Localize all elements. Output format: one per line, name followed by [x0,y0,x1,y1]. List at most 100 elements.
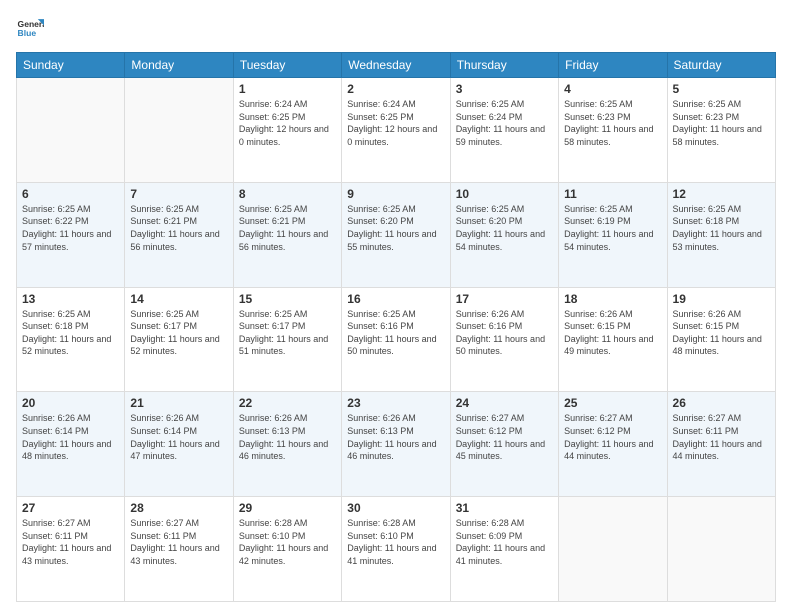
day-number: 19 [673,292,770,306]
day-detail: Sunrise: 6:27 AM Sunset: 6:12 PM Dayligh… [564,412,661,462]
day-detail: Sunrise: 6:26 AM Sunset: 6:14 PM Dayligh… [22,412,119,462]
day-detail: Sunrise: 6:25 AM Sunset: 6:20 PM Dayligh… [347,203,444,253]
calendar-day-cell: 15 Sunrise: 6:25 AM Sunset: 6:17 PM Dayli… [233,287,341,392]
day-number: 22 [239,396,336,410]
day-number: 1 [239,82,336,96]
day-number: 15 [239,292,336,306]
calendar-day-cell: 5 Sunrise: 6:25 AM Sunset: 6:23 PM Daylig… [667,78,775,183]
calendar-day-cell: 9Sunrise: 6:25 AM Sunset: 6:20 PM Daylig… [342,182,450,287]
day-number: 30 [347,501,444,515]
day-number: 4 [564,82,661,96]
day-number: 23 [347,396,444,410]
day-number: 5 [673,82,770,96]
calendar-day-cell [559,497,667,602]
day-detail: Sunrise: 6:25 AM Sunset: 6:18 PM Dayligh… [673,203,770,253]
day-detail: Sunrise: 6:27 AM Sunset: 6:11 PM Dayligh… [673,412,770,462]
day-detail: Sunrise: 6:28 AM Sunset: 6:10 PM Dayligh… [239,517,336,567]
calendar-day-cell: 25 Sunrise: 6:27 AM Sunset: 6:12 PM Dayli… [559,392,667,497]
day-number: 11 [564,187,661,201]
page: General Blue SundayMondayTuesdayWednesda… [0,0,792,612]
weekday-header: Thursday [450,53,558,78]
calendar-day-cell: 2 Sunrise: 6:24 AM Sunset: 6:25 PM Daylig… [342,78,450,183]
day-detail: Sunrise: 6:24 AM Sunset: 6:25 PM Dayligh… [347,98,444,148]
calendar-day-cell: 24 Sunrise: 6:27 AM Sunset: 6:12 PM Dayli… [450,392,558,497]
svg-text:Blue: Blue [18,28,37,38]
calendar-day-cell: 18Sunrise: 6:26 AM Sunset: 6:15 PM Dayli… [559,287,667,392]
weekday-header: Sunday [17,53,125,78]
calendar-week-row: 1 Sunrise: 6:24 AM Sunset: 6:25 PM Daylig… [17,78,776,183]
calendar-day-cell: 22 Sunrise: 6:26 AM Sunset: 6:13 PM Dayli… [233,392,341,497]
day-detail: Sunrise: 6:27 AM Sunset: 6:11 PM Dayligh… [22,517,119,567]
logo-icon: General Blue [16,16,44,44]
day-number: 14 [130,292,227,306]
header: General Blue [16,16,776,44]
weekday-header: Monday [125,53,233,78]
calendar-day-cell: 20 Sunrise: 6:26 AM Sunset: 6:14 PM Dayli… [17,392,125,497]
weekday-header: Saturday [667,53,775,78]
weekday-header: Wednesday [342,53,450,78]
day-detail: Sunrise: 6:25 AM Sunset: 6:16 PM Dayligh… [347,308,444,358]
day-number: 24 [456,396,553,410]
calendar-week-row: 20 Sunrise: 6:26 AM Sunset: 6:14 PM Dayli… [17,392,776,497]
day-number: 10 [456,187,553,201]
calendar-header-row: SundayMondayTuesdayWednesdayThursdayFrid… [17,53,776,78]
calendar-week-row: 6 Sunrise: 6:25 AM Sunset: 6:22 PM Daylig… [17,182,776,287]
calendar-day-cell: 14 Sunrise: 6:25 AM Sunset: 6:17 PM Dayli… [125,287,233,392]
calendar-day-cell: 6 Sunrise: 6:25 AM Sunset: 6:22 PM Daylig… [17,182,125,287]
day-number: 17 [456,292,553,306]
calendar-day-cell: 19 Sunrise: 6:26 AM Sunset: 6:15 PM Dayli… [667,287,775,392]
day-number: 16 [347,292,444,306]
calendar-day-cell: 10 Sunrise: 6:25 AM Sunset: 6:20 PM Dayli… [450,182,558,287]
day-number: 18 [564,292,661,306]
calendar-day-cell [17,78,125,183]
day-number: 8 [239,187,336,201]
calendar-day-cell: 3Sunrise: 6:25 AM Sunset: 6:24 PM Daylig… [450,78,558,183]
calendar-day-cell: 23Sunrise: 6:26 AM Sunset: 6:13 PM Dayli… [342,392,450,497]
day-detail: Sunrise: 6:25 AM Sunset: 6:20 PM Dayligh… [456,203,553,253]
day-detail: Sunrise: 6:25 AM Sunset: 6:18 PM Dayligh… [22,308,119,358]
calendar-day-cell: 26 Sunrise: 6:27 AM Sunset: 6:11 PM Dayli… [667,392,775,497]
day-detail: Sunrise: 6:26 AM Sunset: 6:13 PM Dayligh… [239,412,336,462]
day-detail: Sunrise: 6:27 AM Sunset: 6:11 PM Dayligh… [130,517,227,567]
day-number: 31 [456,501,553,515]
calendar-day-cell: 11 Sunrise: 6:25 AM Sunset: 6:19 PM Dayli… [559,182,667,287]
day-detail: Sunrise: 6:25 AM Sunset: 6:17 PM Dayligh… [239,308,336,358]
day-detail: Sunrise: 6:26 AM Sunset: 6:14 PM Dayligh… [130,412,227,462]
day-number: 2 [347,82,444,96]
day-detail: Sunrise: 6:25 AM Sunset: 6:22 PM Dayligh… [22,203,119,253]
day-number: 25 [564,396,661,410]
day-number: 6 [22,187,119,201]
logo: General Blue [16,16,44,44]
day-number: 12 [673,187,770,201]
day-number: 21 [130,396,227,410]
calendar-day-cell: 30 Sunrise: 6:28 AM Sunset: 6:10 PM Dayli… [342,497,450,602]
day-detail: Sunrise: 6:26 AM Sunset: 6:16 PM Dayligh… [456,308,553,358]
calendar-day-cell: 1Sunrise: 6:24 AM Sunset: 6:25 PM Daylig… [233,78,341,183]
day-number: 28 [130,501,227,515]
calendar-day-cell [125,78,233,183]
calendar-day-cell: 7Sunrise: 6:25 AM Sunset: 6:21 PM Daylig… [125,182,233,287]
day-number: 26 [673,396,770,410]
day-detail: Sunrise: 6:27 AM Sunset: 6:12 PM Dayligh… [456,412,553,462]
day-detail: Sunrise: 6:26 AM Sunset: 6:15 PM Dayligh… [673,308,770,358]
calendar-day-cell: 29Sunrise: 6:28 AM Sunset: 6:10 PM Dayli… [233,497,341,602]
calendar-day-cell: 21 Sunrise: 6:26 AM Sunset: 6:14 PM Dayli… [125,392,233,497]
day-detail: Sunrise: 6:25 AM Sunset: 6:24 PM Dayligh… [456,98,553,148]
calendar-day-cell: 16 Sunrise: 6:25 AM Sunset: 6:16 PM Dayli… [342,287,450,392]
day-number: 20 [22,396,119,410]
day-detail: Sunrise: 6:25 AM Sunset: 6:17 PM Dayligh… [130,308,227,358]
day-detail: Sunrise: 6:25 AM Sunset: 6:23 PM Dayligh… [673,98,770,148]
calendar-day-cell: 12 Sunrise: 6:25 AM Sunset: 6:18 PM Dayli… [667,182,775,287]
day-detail: Sunrise: 6:28 AM Sunset: 6:09 PM Dayligh… [456,517,553,567]
calendar-day-cell [667,497,775,602]
day-detail: Sunrise: 6:25 AM Sunset: 6:21 PM Dayligh… [130,203,227,253]
calendar-day-cell: 4Sunrise: 6:25 AM Sunset: 6:23 PM Daylig… [559,78,667,183]
day-detail: Sunrise: 6:25 AM Sunset: 6:19 PM Dayligh… [564,203,661,253]
calendar-day-cell: 27 Sunrise: 6:27 AM Sunset: 6:11 PM Dayli… [17,497,125,602]
day-number: 13 [22,292,119,306]
calendar-day-cell: 8Sunrise: 6:25 AM Sunset: 6:21 PM Daylig… [233,182,341,287]
day-number: 27 [22,501,119,515]
day-detail: Sunrise: 6:28 AM Sunset: 6:10 PM Dayligh… [347,517,444,567]
calendar-day-cell: 28 Sunrise: 6:27 AM Sunset: 6:11 PM Dayli… [125,497,233,602]
calendar-week-row: 27 Sunrise: 6:27 AM Sunset: 6:11 PM Dayli… [17,497,776,602]
